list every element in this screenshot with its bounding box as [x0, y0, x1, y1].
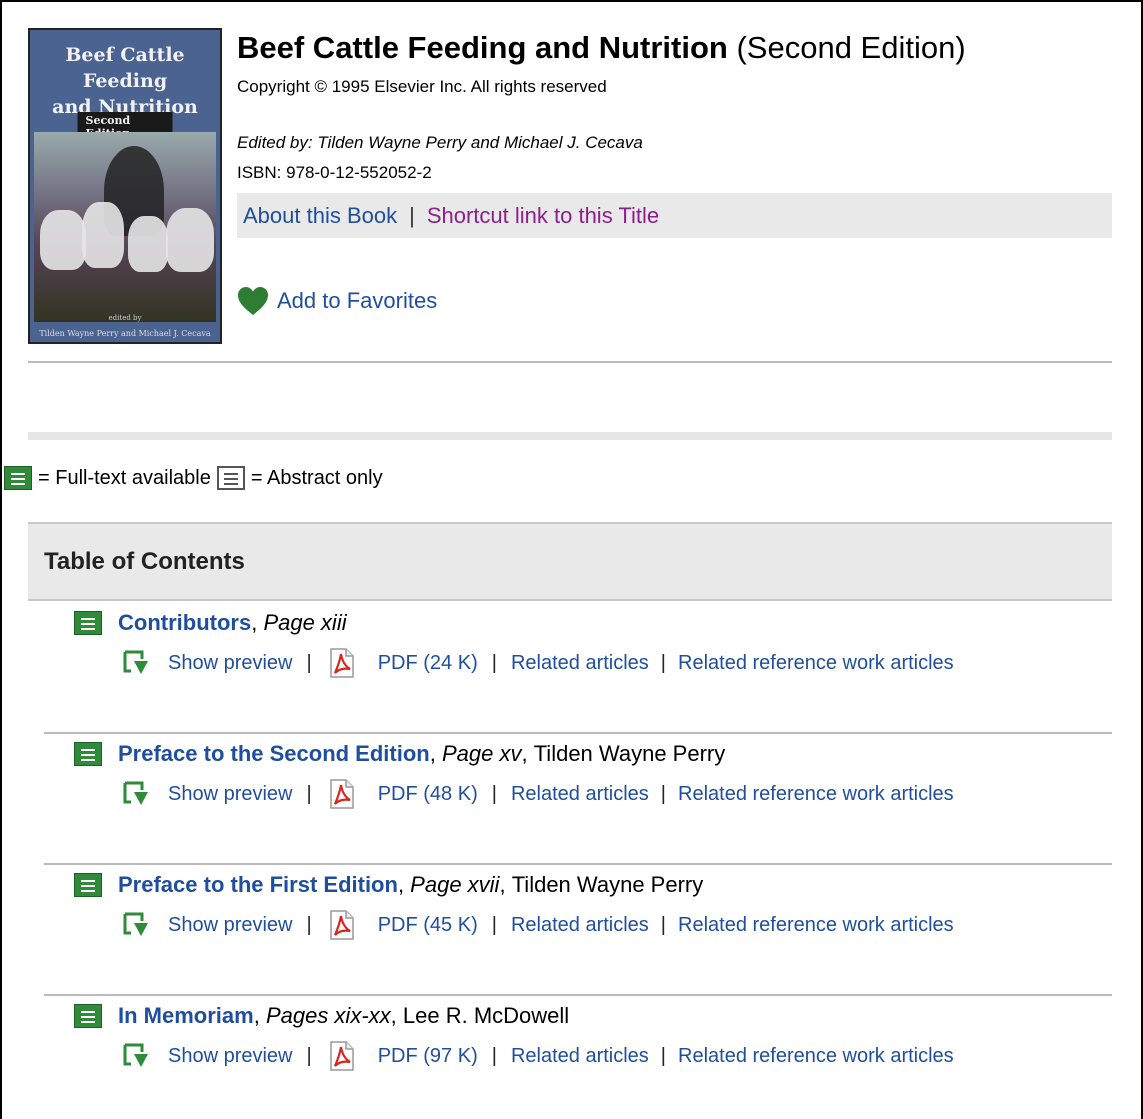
preview-arrow-icon[interactable]	[122, 1042, 150, 1070]
show-preview-link[interactable]: Show preview	[168, 914, 293, 937]
toc-entry-title-link[interactable]: Preface to the Second Edition	[118, 741, 430, 767]
separator: |	[660, 1044, 666, 1067]
show-preview-link[interactable]: Show preview	[168, 783, 293, 806]
separator: |	[491, 782, 497, 805]
legend-fulltext-label: = Full-text available	[38, 466, 211, 489]
cover-title: Beef Cattle Feeding and Nutrition	[30, 42, 220, 120]
document-green-icon	[74, 742, 102, 766]
related-articles-link[interactable]: Related articles	[511, 914, 649, 937]
book-edition: (Second Edition)	[736, 30, 966, 65]
separator: |	[491, 913, 497, 936]
separator: |	[660, 782, 666, 805]
related-reference-link[interactable]: Related reference work articles	[678, 652, 954, 675]
comma: ,	[253, 1003, 266, 1028]
show-preview-link[interactable]: Show preview	[168, 1045, 293, 1068]
document-green-icon	[74, 611, 102, 635]
separator: |	[306, 782, 312, 805]
book-title: Beef Cattle Feeding and Nutrition (Secon…	[237, 30, 966, 66]
toc-entry-page: Page xiii	[263, 610, 347, 635]
add-to-favorites-label: Add to Favorites	[277, 288, 438, 313]
toc-entry-page: Pages xix-xx	[265, 1003, 391, 1028]
toc-entry-author: , Tilden Wayne Perry	[521, 741, 726, 766]
comma: ,	[397, 872, 411, 897]
book-isbn: ISBN: 978-0-12-552052-2	[237, 163, 432, 182]
entry-divider	[44, 863, 1112, 865]
preview-arrow-icon[interactable]	[122, 649, 150, 677]
toc-entry-title-link[interactable]: In Memoriam	[118, 1003, 254, 1029]
toc-entry-title-link[interactable]: Contributors	[118, 610, 251, 636]
copyright-notice: Copyright © 1995 Elsevier Inc. All right…	[237, 77, 607, 96]
divider-thick	[28, 432, 1112, 440]
show-preview-link[interactable]: Show preview	[168, 652, 293, 675]
book-link-bar: About this Book | Shortcut link to this …	[237, 193, 1112, 238]
link-separator: |	[409, 202, 415, 228]
related-articles-link[interactable]: Related articles	[511, 652, 649, 675]
book-title-main: Beef Cattle Feeding and Nutrition	[237, 30, 728, 65]
related-reference-link[interactable]: Related reference work articles	[678, 1045, 954, 1068]
comma: ,	[429, 741, 442, 766]
cover-edited-by: edited by	[108, 314, 142, 322]
preview-arrow-icon[interactable]	[122, 911, 150, 939]
document-green-icon	[74, 1004, 102, 1028]
toc-entry-actions: Show preview | PDF (24 K) | Related arti…	[122, 646, 954, 680]
separator: |	[491, 651, 497, 674]
separator: |	[306, 1044, 312, 1067]
pdf-link[interactable]: PDF (24 K)	[378, 652, 478, 675]
related-articles-link[interactable]: Related articles	[511, 783, 649, 806]
toc-entry-actions: Show preview | PDF (48 K) | Related arti…	[122, 777, 954, 811]
related-articles-link[interactable]: Related articles	[511, 1045, 649, 1068]
pdf-link[interactable]: PDF (97 K)	[378, 1045, 478, 1068]
toc-entry-author: , Tilden Wayne Perry	[499, 872, 704, 897]
legend: = Full-text available = Abstract only	[4, 466, 389, 490]
separator: |	[660, 913, 666, 936]
cover-editors: Tilden Wayne Perry and Michael J. Cecava	[39, 329, 211, 338]
toc-entry-actions: Show preview | PDF (45 K) | Related arti…	[122, 908, 954, 942]
legend-abstract-label: = Abstract only	[250, 466, 383, 489]
related-reference-link[interactable]: Related reference work articles	[678, 783, 954, 806]
preview-arrow-icon[interactable]	[122, 780, 150, 808]
toc-entry-line: In Memoriam, Pages xix-xx, Lee R. McDowe…	[74, 999, 569, 1033]
pdf-icon[interactable]	[326, 648, 356, 678]
separator: |	[491, 1044, 497, 1067]
toc-entry-page: Page xv	[441, 741, 522, 766]
entry-divider	[44, 994, 1112, 996]
toc-entry-line: Preface to the Second Edition, Page xv, …	[74, 737, 725, 771]
related-reference-link[interactable]: Related reference work articles	[678, 914, 954, 937]
toc-heading: Table of Contents	[28, 522, 1112, 601]
separator: |	[306, 651, 312, 674]
toc-entry-page: Page xvii	[410, 872, 500, 897]
heart-icon	[238, 287, 268, 315]
toc-entry-actions: Show preview | PDF (97 K) | Related arti…	[122, 1039, 954, 1073]
pdf-icon[interactable]	[326, 910, 356, 940]
shortcut-link[interactable]: Shortcut link to this Title	[427, 203, 659, 229]
toc-entry-title-link[interactable]: Preface to the First Edition	[118, 872, 398, 898]
cover-cattle-photo	[34, 132, 216, 322]
toc-entry-author: , Lee R. McDowell	[390, 1003, 570, 1028]
book-editors: Edited by: Tilden Wayne Perry and Michae…	[237, 133, 643, 152]
comma: ,	[251, 610, 264, 635]
pdf-icon[interactable]	[326, 779, 356, 809]
pdf-link[interactable]: PDF (48 K)	[378, 783, 478, 806]
about-book-link[interactable]: About this Book	[243, 203, 397, 229]
pdf-icon[interactable]	[326, 1041, 356, 1071]
document-outline-icon	[216, 466, 245, 490]
document-green-icon	[74, 873, 102, 897]
cover-title-line1: Beef Cattle Feeding	[65, 44, 185, 92]
entry-divider	[44, 732, 1112, 734]
pdf-link[interactable]: PDF (45 K)	[378, 914, 478, 937]
book-cover-image: Beef Cattle Feeding and Nutrition Second…	[28, 28, 222, 344]
separator: |	[660, 651, 666, 674]
add-to-favorites-link[interactable]: Add to Favorites	[237, 286, 437, 316]
toc-entry-line: Preface to the First Edition, Page xvii,…	[74, 868, 703, 902]
toc-entry-line: Contributors, Page xiii,	[74, 606, 347, 640]
separator: |	[306, 913, 312, 936]
document-green-icon	[4, 466, 32, 490]
divider	[28, 361, 1112, 363]
